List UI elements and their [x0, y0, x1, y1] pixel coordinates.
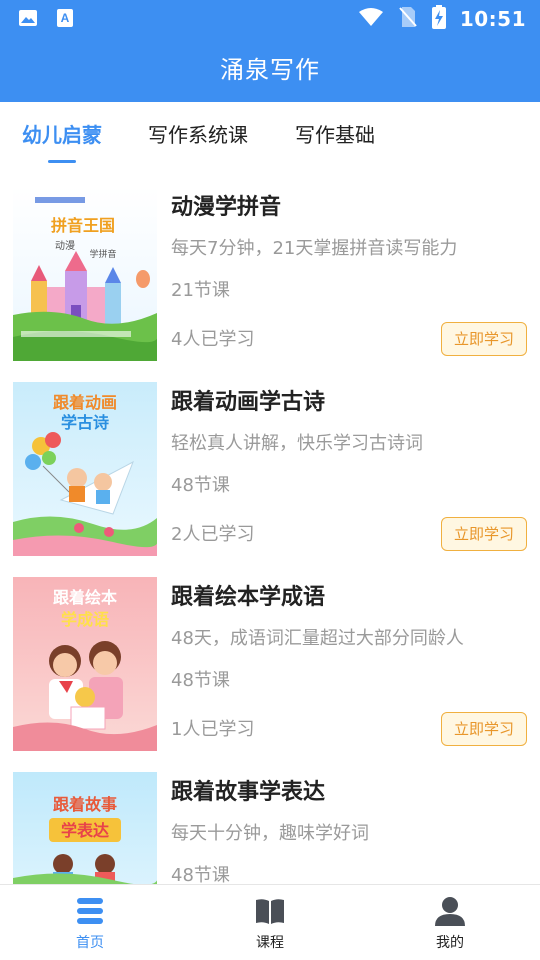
tab-writing-basics[interactable]: 写作基础 — [295, 119, 375, 148]
svg-text:学成语: 学成语 — [61, 610, 109, 629]
nav-home-label: 首页 — [76, 935, 104, 951]
book-icon — [256, 899, 284, 924]
course-item[interactable]: 跟着绘本 学成语 跟着绘本学成语 48天，成语词汇量超过大部分同龄人 48节课 … — [0, 556, 540, 751]
nav-home[interactable]: 首页 — [30, 885, 150, 960]
course-thumbnail: 跟着绘本 学成语 — [13, 577, 157, 751]
course-thumbnail: 跟着故事 学表达 — [13, 772, 157, 884]
nav-profile-label: 我的 — [436, 935, 464, 951]
course-learner-count: 2人已学习 — [171, 524, 255, 545]
course-title: 跟着动画学古诗 — [171, 390, 326, 415]
course-description: 48天，成语词汇量超过大部分同龄人 — [171, 628, 464, 649]
status-time: 10:51 — [459, 7, 526, 31]
no-sim-icon — [398, 6, 418, 32]
gallery-notification-icon — [18, 9, 38, 31]
svg-text:学表达: 学表达 — [61, 821, 109, 840]
course-description: 轻松真人讲解，快乐学习古诗词 — [171, 433, 423, 454]
tab-early-education[interactable]: 幼儿启蒙 — [22, 119, 102, 148]
course-title: 动漫学拼音 — [171, 195, 282, 220]
wifi-icon — [358, 7, 384, 31]
person-icon — [435, 897, 465, 926]
page-title: 涌泉写作 — [220, 56, 320, 84]
course-description: 每天7分钟，21天掌握拼音读写能力 — [171, 238, 458, 259]
keyboard-notification-icon: A — [56, 8, 74, 32]
svg-text:跟着绘本: 跟着绘本 — [53, 588, 117, 607]
start-learning-button[interactable]: 立即学习 — [441, 322, 527, 356]
svg-text:跟着动画: 跟着动画 — [53, 393, 117, 412]
svg-text:A: A — [61, 11, 70, 25]
svg-text:动漫: 动漫 — [55, 240, 75, 252]
svg-text:跟着故事: 跟着故事 — [53, 795, 117, 814]
course-item[interactable]: 跟着动画 学古诗 跟着动画学古诗 轻松真人讲解，快乐学习古诗词 48节课 2人已… — [0, 361, 540, 556]
home-list-icon — [77, 898, 103, 924]
status-bar: A 10:51 — [0, 0, 540, 36]
course-lesson-count: 21节课 — [171, 280, 230, 301]
app-header: A 10:51 涌泉写作 — [0, 0, 540, 102]
course-lesson-count: 48节课 — [171, 865, 230, 884]
start-learning-button[interactable]: 立即学习 — [441, 517, 527, 551]
nav-courses-label: 课程 — [256, 935, 284, 951]
start-learning-button[interactable]: 立即学习 — [441, 712, 527, 746]
course-lesson-count: 48节课 — [171, 475, 230, 496]
course-item[interactable]: 跟着故事 学表达 跟着故事学表达 每天十分钟，趣味学好词 48节课 — [0, 751, 540, 884]
svg-text:学拼音: 学拼音 — [89, 248, 116, 260]
course-lesson-count: 48节课 — [171, 670, 230, 691]
thumb-text: 拼音王国 — [51, 216, 115, 235]
battery-charging-icon — [431, 5, 446, 33]
course-title: 跟着故事学表达 — [171, 780, 326, 805]
course-title: 跟着绘本学成语 — [171, 585, 326, 610]
active-tab-indicator — [48, 160, 76, 163]
course-learner-count: 4人已学习 — [171, 329, 255, 350]
nav-profile[interactable]: 我的 — [390, 885, 510, 960]
course-thumbnail: 拼音王国 动漫 学拼音 — [13, 187, 157, 361]
svg-text:学古诗: 学古诗 — [61, 413, 109, 432]
tab-writing-system-course[interactable]: 写作系统课 — [148, 119, 248, 148]
course-thumbnail: 跟着动画 学古诗 — [13, 382, 157, 556]
category-tabs: 幼儿启蒙 写作系统课 写作基础 — [0, 102, 540, 166]
course-item[interactable]: 拼音王国 动漫 学拼音 动漫学拼音 每天7分钟，21天掌握拼音读写能力 21节课 — [0, 166, 540, 361]
course-description: 每天十分钟，趣味学好词 — [171, 823, 369, 844]
nav-courses[interactable]: 课程 — [210, 885, 330, 960]
course-learner-count: 1人已学习 — [171, 719, 255, 740]
course-list[interactable]: 拼音王国 动漫 学拼音 动漫学拼音 每天7分钟，21天掌握拼音读写能力 21节课 — [0, 166, 540, 884]
bottom-navigation: 首页 课程 我的 — [0, 884, 540, 960]
